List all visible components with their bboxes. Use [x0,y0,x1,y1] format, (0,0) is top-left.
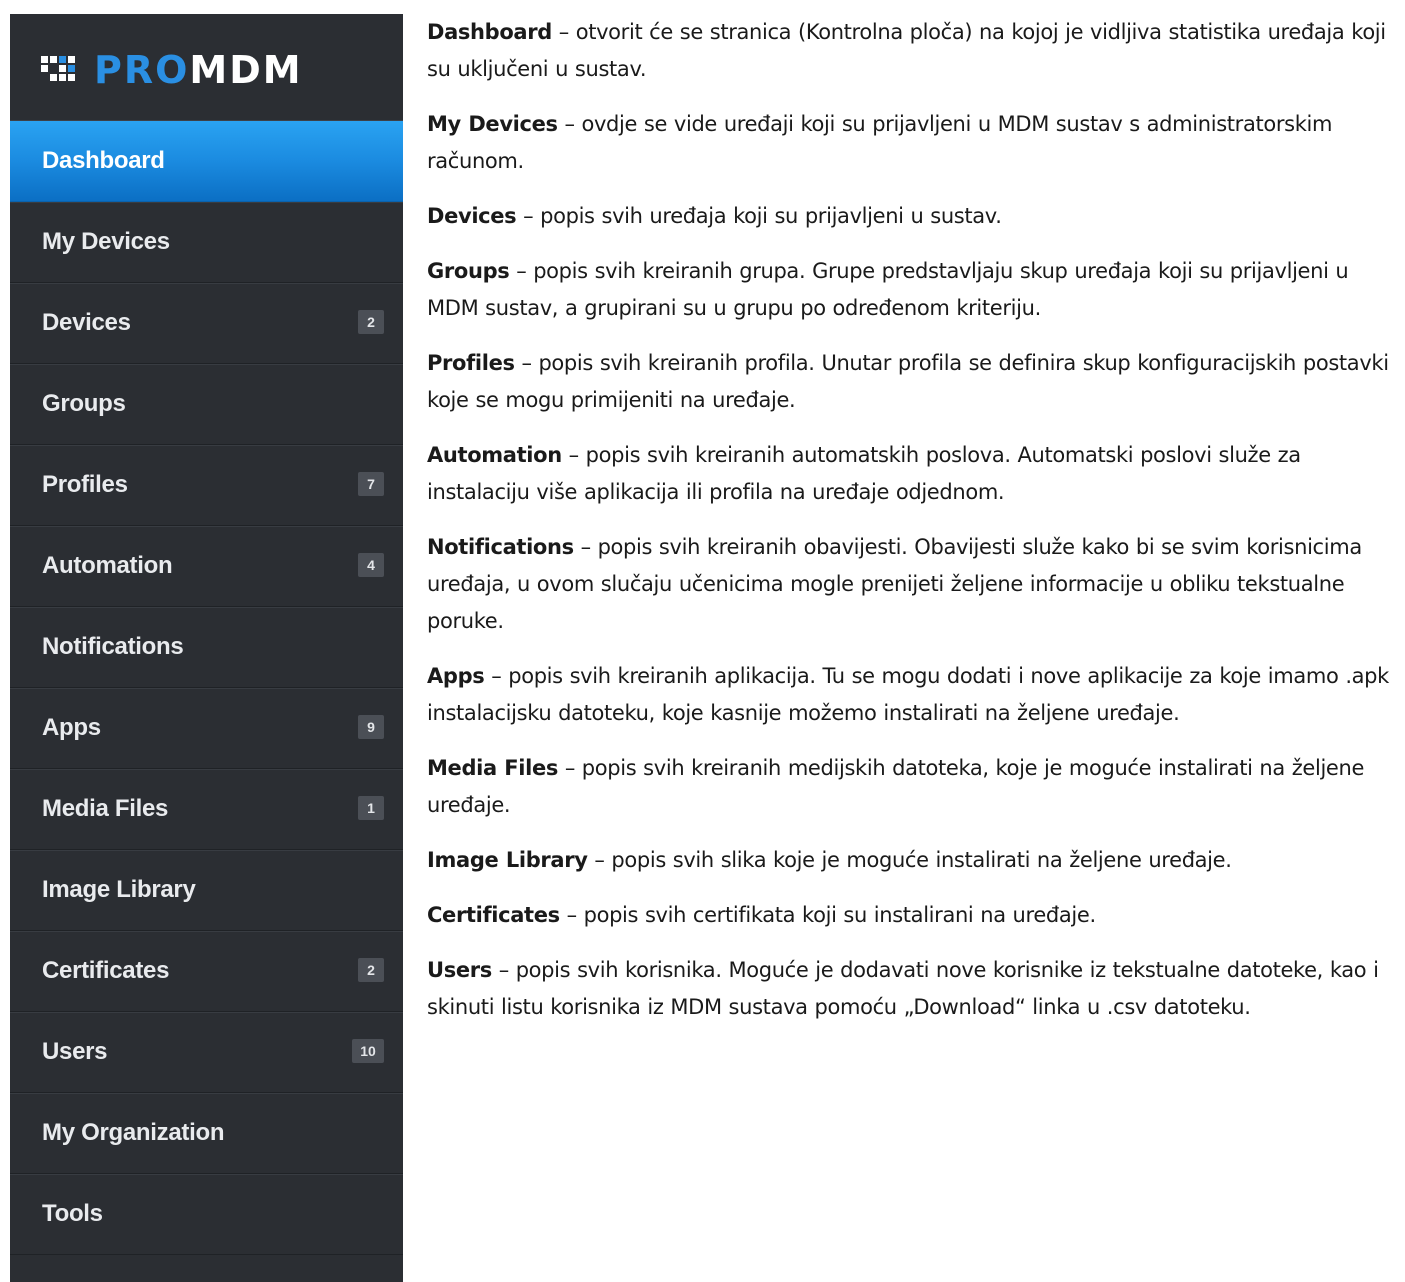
sidebar-item-devices[interactable]: Devices 2 [10,283,403,364]
logo-pro-text: PRO [94,48,190,92]
sidebar-item-label: Image Library [42,876,196,903]
sidebar-item-dashboard[interactable]: Dashboard [10,121,403,202]
sidebar-item-label: Devices [42,309,131,336]
count-badge: 1 [358,796,384,820]
sidebar-item-label: Tools [42,1200,103,1227]
description-list: Dashboard – otvorit će se stranica (Kont… [427,14,1399,1044]
description-media-files: Media Files – popis svih kreiranih medij… [427,750,1399,824]
sidebar-item-groups[interactable]: Groups [10,364,403,445]
sidebar-item-label: Automation [42,552,173,579]
sidebar-item-image-library[interactable]: Image Library [10,850,403,931]
logo-wordmark: PROMDM [94,48,303,92]
description-text: – popis svih kreiranih profila. Unutar p… [427,351,1389,412]
description-term: Notifications [427,535,574,559]
sidebar-item-label: Dashboard [42,147,165,174]
count-badge: 2 [358,310,384,334]
description-text: – otvorit će se stranica (Kontrolna ploč… [427,20,1386,81]
description-term: Groups [427,259,510,283]
description-apps: Apps – popis svih kreiranih aplikacija. … [427,658,1399,732]
description-image-library: Image Library – popis svih slika koje je… [427,842,1399,879]
sidebar-item-label: Users [42,1038,108,1065]
description-term: My Devices [427,112,558,136]
description-term: Automation [427,443,562,467]
count-badge: 4 [358,553,384,577]
sidebar-item-profiles[interactable]: Profiles 7 [10,445,403,526]
description-text: – popis svih korisnika. Moguće je dodava… [427,958,1379,1019]
description-term: Profiles [427,351,515,375]
sidebar-item-notifications[interactable]: Notifications [10,607,403,688]
description-term: Apps [427,664,485,688]
description-profiles: Profiles – popis svih kreiranih profila.… [427,345,1399,419]
description-text: – popis svih uređaja koji su prijavljeni… [516,204,1002,228]
description-automation: Automation – popis svih kreiranih automa… [427,437,1399,511]
sidebar-item-certificates[interactable]: Certificates 2 [10,931,403,1012]
description-users: Users – popis svih korisnika. Moguće je … [427,952,1399,1026]
sidebar-item-label: Notifications [42,633,184,660]
sidebar-item-my-organization[interactable]: My Organization [10,1093,403,1174]
sidebar-item-automation[interactable]: Automation 4 [10,526,403,607]
sidebar-item-users[interactable]: Users 10 [10,1012,403,1093]
sidebar-item-my-devices[interactable]: My Devices [10,202,403,283]
sidebar-item-media-files[interactable]: Media Files 1 [10,769,403,850]
sidebar-item-apps[interactable]: Apps 9 [10,688,403,769]
description-dashboard: Dashboard – otvorit će se stranica (Kont… [427,14,1399,88]
description-term: Devices [427,204,517,228]
description-text: – popis svih kreiranih aplikacija. Tu se… [427,664,1389,725]
sidebar-item-label: Apps [42,714,101,741]
sidebar-item-label: Groups [42,390,126,417]
description-text: – popis svih slika koje je moguće instal… [587,848,1232,872]
sidebar-item-label: Certificates [42,957,170,984]
description-term: Certificates [427,903,560,927]
count-badge: 7 [358,472,384,496]
logo-mdm-text: MDM [189,48,303,92]
logo-bar: PROMDM [10,14,403,121]
sidebar-item-tools[interactable]: Tools [10,1174,403,1255]
sidebar-item-label: My Devices [42,228,170,255]
description-groups: Groups – popis svih kreiranih grupa. Gru… [427,253,1399,327]
description-term: Dashboard [427,20,552,44]
description-text: – popis svih kreiranih grupa. Grupe pred… [427,259,1349,320]
sidebar-item-label: Profiles [42,471,128,498]
count-badge: 9 [358,715,384,739]
count-badge: 10 [352,1039,384,1063]
description-text: – popis svih kreiranih medijskih datotek… [427,756,1365,817]
description-text: – popis svih certifikata koji su instali… [559,903,1097,927]
description-term: Media Files [427,756,558,780]
description-term: Image Library [427,848,588,872]
description-devices: Devices – popis svih uređaja koji su pri… [427,198,1399,235]
sidebar-item-label: Media Files [42,795,169,822]
sidebar-item-label: My Organization [42,1119,225,1146]
description-text: – ovdje se vide uređaji koji su prijavlj… [427,112,1333,173]
description-notifications: Notifications – popis svih kreiranih oba… [427,529,1399,640]
promdm-logo-icon [41,56,75,81]
count-badge: 2 [358,958,384,982]
sidebar-menu: Dashboard My Devices Devices 2 Groups Pr… [10,121,403,1255]
description-my-devices: My Devices – ovdje se vide uređaji koji … [427,106,1399,180]
sidebar: PROMDM Dashboard My Devices Devices 2 Gr… [10,14,403,1282]
description-certificates: Certificates – popis svih certifikata ko… [427,897,1399,934]
description-term: Users [427,958,492,982]
